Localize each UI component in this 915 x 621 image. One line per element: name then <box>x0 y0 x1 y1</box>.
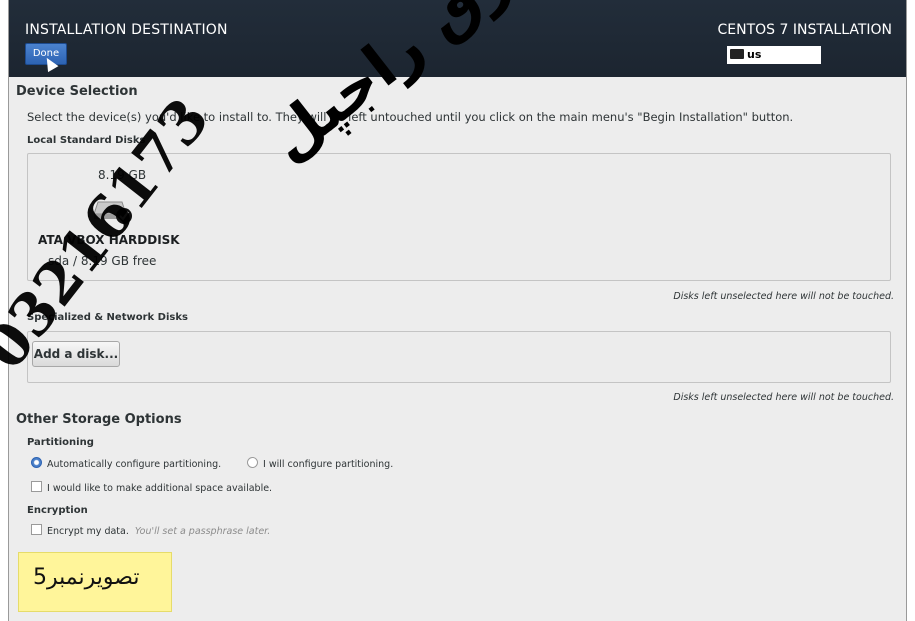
extra-space-checkbox[interactable]: I would like to make additional space av… <box>31 481 272 494</box>
local-disks-note: Disks left unselected here will not be t… <box>673 291 894 302</box>
auto-partition-radio[interactable]: Automatically configure partitioning. <box>31 457 221 470</box>
radio-selected-icon <box>31 457 42 468</box>
page-title: INSTALLATION DESTINATION <box>25 22 228 38</box>
keyboard-layout-label: us <box>747 48 762 61</box>
manual-partition-radio[interactable]: I will configure partitioning. <box>247 457 393 470</box>
product-title: CENTOS 7 INSTALLATION <box>717 22 892 38</box>
caption-text: تصویرنمبر5 <box>33 565 140 590</box>
keyboard-layout-indicator[interactable]: us <box>727 46 821 64</box>
specialized-disks-note: Disks left unselected here will not be t… <box>673 392 894 403</box>
specialized-disks-panel: Add a disk... <box>27 331 891 383</box>
other-storage-title: Other Storage Options <box>16 412 182 427</box>
encrypt-checkbox[interactable]: Encrypt my data. You'll set a passphrase… <box>31 524 270 537</box>
manual-partition-label: I will configure partitioning. <box>263 459 394 470</box>
radio-unselected-icon <box>247 457 258 468</box>
encrypt-hint: You'll set a passphrase later. <box>134 526 271 537</box>
installer-window: INSTALLATION DESTINATION Done CENTOS 7 I… <box>8 0 907 621</box>
checkbox-icon <box>31 524 42 535</box>
auto-partition-label: Automatically configure partitioning. <box>47 459 222 470</box>
device-selection-title: Device Selection <box>16 84 138 99</box>
caption-box: تصویرنمبر5 <box>18 552 172 612</box>
checkbox-icon <box>31 481 42 492</box>
extra-space-label: I would like to make additional space av… <box>47 483 273 494</box>
encryption-heading: Encryption <box>27 505 88 516</box>
encrypt-label: Encrypt my data. <box>47 526 129 537</box>
partitioning-heading: Partitioning <box>27 437 94 448</box>
keyboard-icon <box>730 49 744 59</box>
